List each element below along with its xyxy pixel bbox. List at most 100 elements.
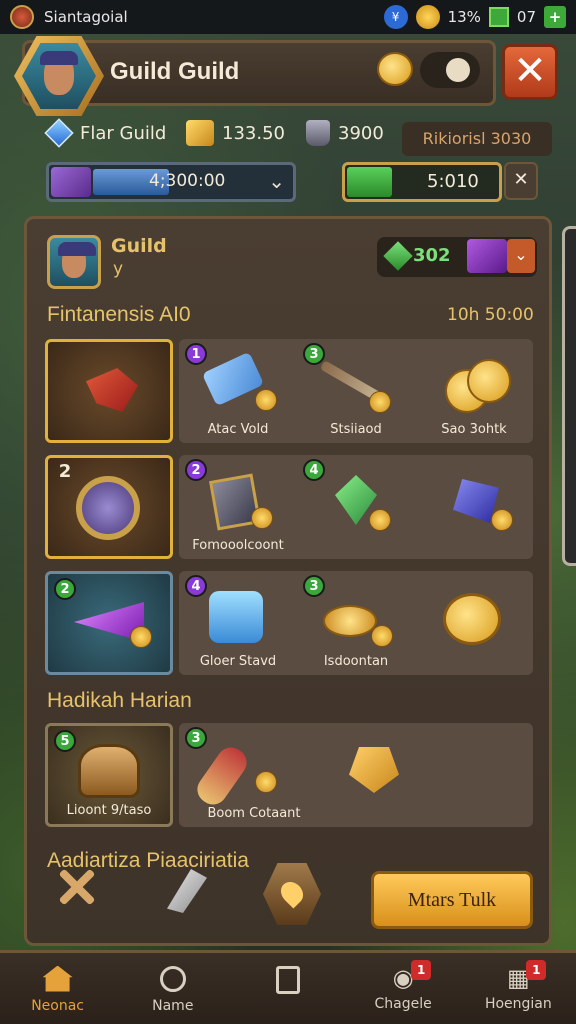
item-group: 1 Atac Vold 3 Stsiiaod Sao 3ohtk [179, 339, 533, 443]
section-title: Fintanensis AI0 [47, 303, 191, 326]
guild-label: Guild [111, 235, 167, 257]
progress-fill-2 [347, 167, 392, 197]
hero-icon [51, 167, 91, 197]
item-group: 2 Fomooolcoont 4 [179, 455, 533, 559]
toggle-switch[interactable] [420, 52, 480, 88]
blade-icon[interactable] [167, 869, 207, 913]
red-cape-icon [86, 368, 138, 412]
currency-blue-icon: ¥ [383, 5, 408, 29]
item-label: Gloer Stavd [199, 654, 277, 669]
resource-row: Flar Guild 133.50 3900 Rikiorisl 3030 4;… [22, 114, 552, 202]
add-icon[interactable]: + [544, 6, 566, 28]
item-label: Isdoontan [323, 654, 389, 669]
dismiss-button[interactable]: ✕ [504, 162, 538, 200]
nav-item-square[interactable] [238, 954, 338, 1024]
scrollbar[interactable] [562, 226, 576, 566]
shop-item[interactable] [415, 455, 533, 559]
progress-bar-1[interactable]: 4;300:00 ⌄ [46, 162, 296, 202]
search-icon [159, 965, 186, 992]
shop-item[interactable]: 3 Isdoontan [297, 571, 415, 675]
coin-icon [371, 625, 393, 647]
coin-icon [130, 626, 152, 648]
battery-icon [488, 7, 509, 27]
shop-item[interactable]: 1 Atac Vold [179, 339, 297, 443]
level-badge: 1 [185, 343, 207, 365]
cta-button[interactable]: Mtars Tulk [371, 871, 533, 929]
gem-icon [44, 118, 74, 148]
gold-item: 133.50 [186, 120, 285, 146]
location-shield-icon[interactable] [263, 863, 321, 925]
gold-value: 133.50 [222, 122, 285, 144]
featured-slot[interactable]: 2 [45, 455, 173, 559]
coins-icon [323, 605, 377, 637]
featured-slot[interactable]: 2 [45, 571, 173, 675]
shop-item[interactable]: 4 [297, 455, 415, 559]
close-button[interactable]: ✕ [502, 44, 558, 100]
item-label: Sao 3ohtk [441, 422, 507, 437]
item-group: 4 Gloer Stavd 3 Isdoontan [179, 571, 533, 675]
guild-name-item: Flar Guild [44, 118, 166, 148]
progress-value-2: 5:010 [427, 171, 479, 192]
level-badge: 4 [303, 459, 325, 481]
shop-item[interactable]: 3 Stsiiaod [297, 339, 415, 443]
nav-item-challenge[interactable]: ◉ 1 Chagele [353, 954, 453, 1024]
coin-icon [255, 389, 277, 411]
level-badge: 2 [58, 461, 72, 482]
progress-value-1: 4;300:00 [149, 171, 226, 191]
bottom-nav: Neonac Name ◉ 1 Chagele ▦ 1 Hoengian [0, 950, 576, 1024]
featured-slot[interactable] [45, 339, 173, 443]
item-group: 3 Boom Cotaant [179, 723, 533, 827]
nav-item-search[interactable]: Name [123, 954, 223, 1024]
coin-icon [251, 507, 273, 529]
bag-item: 3900 [306, 120, 384, 146]
signal-label: 07 [516, 8, 536, 26]
app-icon [10, 5, 34, 29]
pouch-icon [349, 747, 399, 793]
level-badge: 3 [185, 727, 207, 749]
shop-item[interactable] [415, 571, 533, 675]
item-row: 2 2 Fomooolcoont 4 [45, 455, 535, 559]
daily-slot[interactable]: 5 Lioont 9/taso [45, 723, 173, 827]
section-title: Hadikah Harian [47, 689, 192, 712]
coins-icon [445, 359, 511, 413]
item-label: Fomooolcoont [192, 538, 284, 553]
shop-item[interactable]: Sao 3ohtk [415, 339, 533, 443]
nav-label: Chagele [374, 995, 432, 1012]
level-badge: 2 [54, 578, 76, 600]
level-badge: 3 [303, 343, 325, 365]
shop-item[interactable]: 2 Fomooolcoont [179, 455, 297, 559]
guild-avatar[interactable] [47, 235, 101, 289]
shop-item[interactable] [309, 723, 427, 827]
green-gem-icon [383, 241, 413, 271]
nav-item-home[interactable]: Neonac [8, 954, 108, 1024]
nav-item-map[interactable]: ▦ 1 Hoengian [468, 954, 568, 1024]
level-badge: 2 [185, 459, 207, 481]
portrait-icon [58, 242, 96, 278]
coin-icon [415, 5, 440, 29]
shop-item[interactable]: 3 Boom Cotaant [179, 723, 329, 827]
nav-label: Hoengian [484, 995, 552, 1012]
resource-right-label: Rikiorisl 3030 [402, 122, 552, 156]
square-icon [275, 965, 300, 994]
guild-sub-label: y [113, 259, 124, 279]
coin-icon [377, 52, 413, 86]
battery-label: 13% [447, 8, 481, 26]
chevron-down-icon[interactable]: ⌄ [268, 169, 285, 193]
crossed-swords-icon[interactable] [59, 869, 95, 905]
chevron-down-icon[interactable]: ⌄ [507, 239, 535, 273]
item-label: Boom Cotaant [207, 806, 301, 821]
item-label: Lioont 9/taso [66, 803, 152, 818]
amulet-icon [76, 476, 140, 540]
toggle-knob-icon [446, 58, 470, 82]
item-label: Stsiiaod [330, 422, 382, 437]
gold-coin-icon [443, 593, 501, 645]
item-label: Atac Vold [207, 422, 269, 437]
item-row: 1 Atac Vold 3 Stsiiaod Sao 3ohtk [45, 339, 535, 443]
coin-icon [369, 391, 391, 413]
status-bar: Siantagoial ¥ 13% 07 + [0, 0, 576, 34]
shop-item[interactable]: 4 Gloer Stavd [179, 571, 297, 675]
nav-label: Neonac [31, 997, 84, 1014]
notification-badge: 1 [526, 959, 547, 980]
item-row: 2 4 Gloer Stavd 3 Isdoontan [45, 571, 535, 675]
coin-icon [491, 509, 513, 531]
